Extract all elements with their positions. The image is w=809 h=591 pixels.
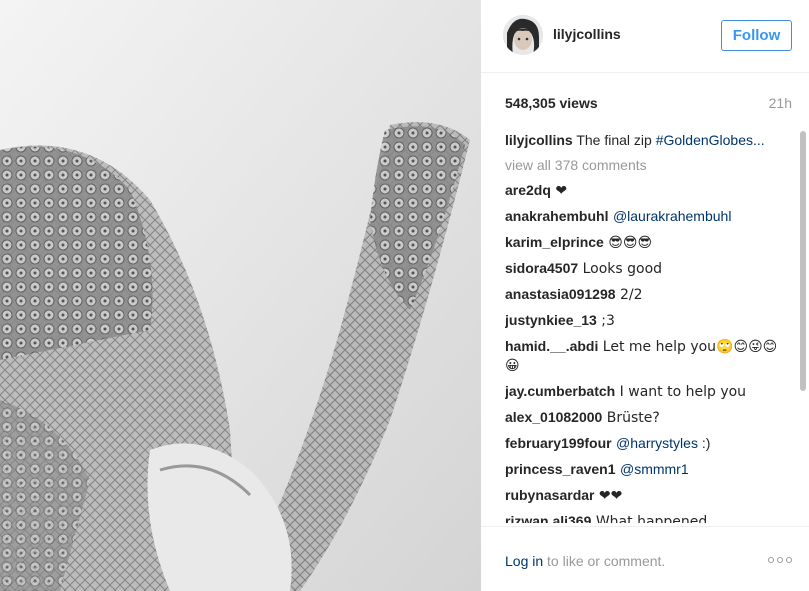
comment-username[interactable]: sidora4507 [505,260,578,276]
comment-text: What happened [591,514,708,523]
caption-username[interactable]: lilyjcollins [505,132,573,148]
comment-text: ❤❤ [594,488,623,504]
comment-mention[interactable]: @smmmr1 [620,461,689,477]
comment-username[interactable]: princess_raven1 [505,461,616,477]
comment-username[interactable]: february199four [505,435,612,451]
login-prompt: Log in to like or comment. [505,553,665,569]
comment-item: justynkiee_13 ;3 [505,311,789,330]
comment-item: rizwan.ali369 What happened [505,512,789,523]
comment-suffix: :) [697,435,711,451]
comment-item: are2dq ❤ [505,181,789,200]
post-stats: 548,305 views 21h [505,95,792,113]
comment-mention[interactable]: @harrystyles [616,435,698,451]
comment-item: jay.cumberbatch I want to help you [505,382,789,401]
comment-item: princess_raven1 @smmmr1 [505,460,789,479]
comment-username[interactable]: justynkiee_13 [505,312,597,328]
comment-item: february199four @harrystyles :) [505,434,789,453]
comment-text: I want to help you [615,384,747,400]
comment-mention[interactable]: @laurakrahembuhl [613,208,732,224]
post-timestamp[interactable]: 21h [769,95,792,111]
comment-item: anastasia091298 2/2 [505,285,789,304]
comment-item: alex_01082000 Brüste? [505,408,789,427]
more-dot [777,557,783,563]
comment-text: 2/2 [615,287,643,303]
comment-text: Brüste? [602,410,660,426]
follow-button[interactable]: Follow [721,20,792,51]
view-count: 548,305 views [505,95,598,111]
comment-username[interactable]: anastasia091298 [505,286,616,302]
comment-text: Looks good [578,261,663,277]
comment-username[interactable]: rubynasardar [505,487,594,503]
scrollbar-thumb[interactable] [800,131,806,391]
comment-username[interactable]: karim_elprince [505,234,604,250]
profile-avatar[interactable] [503,15,543,55]
view-all-comments-link[interactable]: view all 378 comments [505,156,789,174]
comment-items: are2dq ❤ anakrahembuhl @laurakrahembuhl ka… [505,181,789,523]
comment-item: hamid.__.abdi Let me help you🙄😊😜😊😀 [505,337,789,375]
more-options-icon[interactable] [768,557,792,565]
comment-username[interactable]: rizwan.ali369 [505,513,591,523]
comment-username[interactable]: alex_01082000 [505,409,602,425]
more-dot [768,557,774,563]
comment-item: anakrahembuhl @laurakrahembuhl [505,207,789,226]
comment-username[interactable]: hamid.__.abdi [505,338,598,354]
comments-list: lilyjcollins The final zip #GoldenGlobes… [505,131,789,523]
comment-username[interactable]: are2dq [505,182,551,198]
login-prompt-text: to like or comment. [543,553,666,569]
comment-text: ❤ [550,183,568,199]
post-photo [0,0,481,591]
caption-hashtag[interactable]: #GoldenGlobes... [656,132,765,148]
post-header: lilyjcollins Follow [481,0,809,73]
post-author-username[interactable]: lilyjcollins [553,26,621,42]
comment-item: rubynasardar ❤❤ [505,486,789,505]
post-image [0,0,481,591]
caption: lilyjcollins The final zip #GoldenGlobes… [505,131,789,149]
login-link[interactable]: Log in [505,553,543,569]
post-panel: lilyjcollins Follow 548,305 views 21h li… [481,0,809,591]
comments-scrollbar[interactable] [800,131,806,523]
comment-text: 😎😎😎 [603,235,653,251]
comment-username[interactable]: jay.cumberbatch [505,383,615,399]
caption-text: The final zip [576,132,656,148]
more-dot [786,557,792,563]
post-footer: Log in to like or comment. [481,526,809,591]
comment-item: sidora4507 Looks good [505,259,789,278]
comment-item: karim_elprince 😎😎😎 [505,233,789,252]
comment-username[interactable]: anakrahembuhl [505,208,608,224]
comment-text: ;3 [596,313,615,329]
